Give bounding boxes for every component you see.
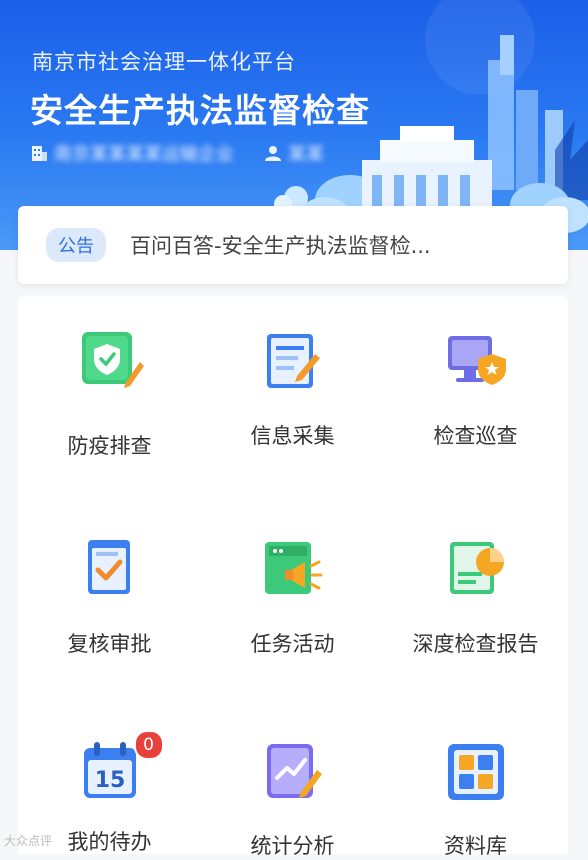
grid-item-deep-inspection-report[interactable]: 深度检查报告 (384, 534, 567, 658)
grid-item-label: 信息采集 (250, 424, 335, 448)
megaphone-icon (264, 542, 322, 594)
grid-item-statistics[interactable]: 统计分析 (201, 736, 384, 860)
monitor-shield-icon (447, 336, 506, 385)
platform-subtitle: 南京市社会治理一体化平台 (32, 50, 296, 74)
organization-name: 南京某某某某运输企业 (54, 144, 234, 165)
notice-bar[interactable]: 公告 百问百答-安全生产执法监督检... (18, 206, 568, 284)
user-icon (265, 146, 281, 161)
stats-icon (266, 744, 322, 798)
grid-item-review-approval[interactable]: 复核审批 (18, 534, 201, 658)
calendar-day: 15 (94, 768, 125, 793)
grid-item-inspection-patrol[interactable]: 检查巡查 (384, 326, 567, 450)
building-icon (32, 146, 47, 161)
user-name: 某某 (288, 144, 324, 165)
shield-check-icon (81, 332, 144, 388)
report-chart-icon (449, 542, 504, 594)
notice-text[interactable]: 百问百答-安全生产执法监督检... (130, 230, 431, 260)
grid-item-info-collection[interactable]: 信息采集 (201, 326, 384, 450)
grid-item-label: 检查巡查 (433, 424, 518, 448)
grid-item-label: 深度检查报告 (412, 632, 539, 656)
document-edit-icon (266, 334, 320, 388)
grid-item-label: 复核审批 (67, 632, 152, 656)
watermark: 大众点评 (4, 834, 53, 848)
function-grid: 防疫排查 信息采集 检查巡查 复核审批 任务活动 深度检查报告 15 0 我的待… (18, 296, 568, 858)
grid-item-label: 统计分析 (250, 834, 335, 858)
user-meta: 南京某某某某运输企业 某某 (30, 140, 324, 166)
grid-item-label: 资料库 (444, 834, 507, 858)
checklist-icon (87, 540, 130, 594)
notice-tag: 公告 (46, 228, 106, 262)
page-title: 安全生产执法监督检查 (30, 91, 370, 130)
grid-item-epidemic-check[interactable]: 防疫排查 (18, 326, 201, 460)
grid-item-label: 任务活动 (250, 632, 335, 656)
grid-item-library[interactable]: 资料库 (384, 736, 567, 860)
grid-item-label: 防疫排查 (67, 434, 152, 458)
library-icon (447, 744, 504, 800)
todo-count-badge: 0 (133, 730, 164, 760)
grid-item-task-activity[interactable]: 任务活动 (201, 534, 384, 658)
